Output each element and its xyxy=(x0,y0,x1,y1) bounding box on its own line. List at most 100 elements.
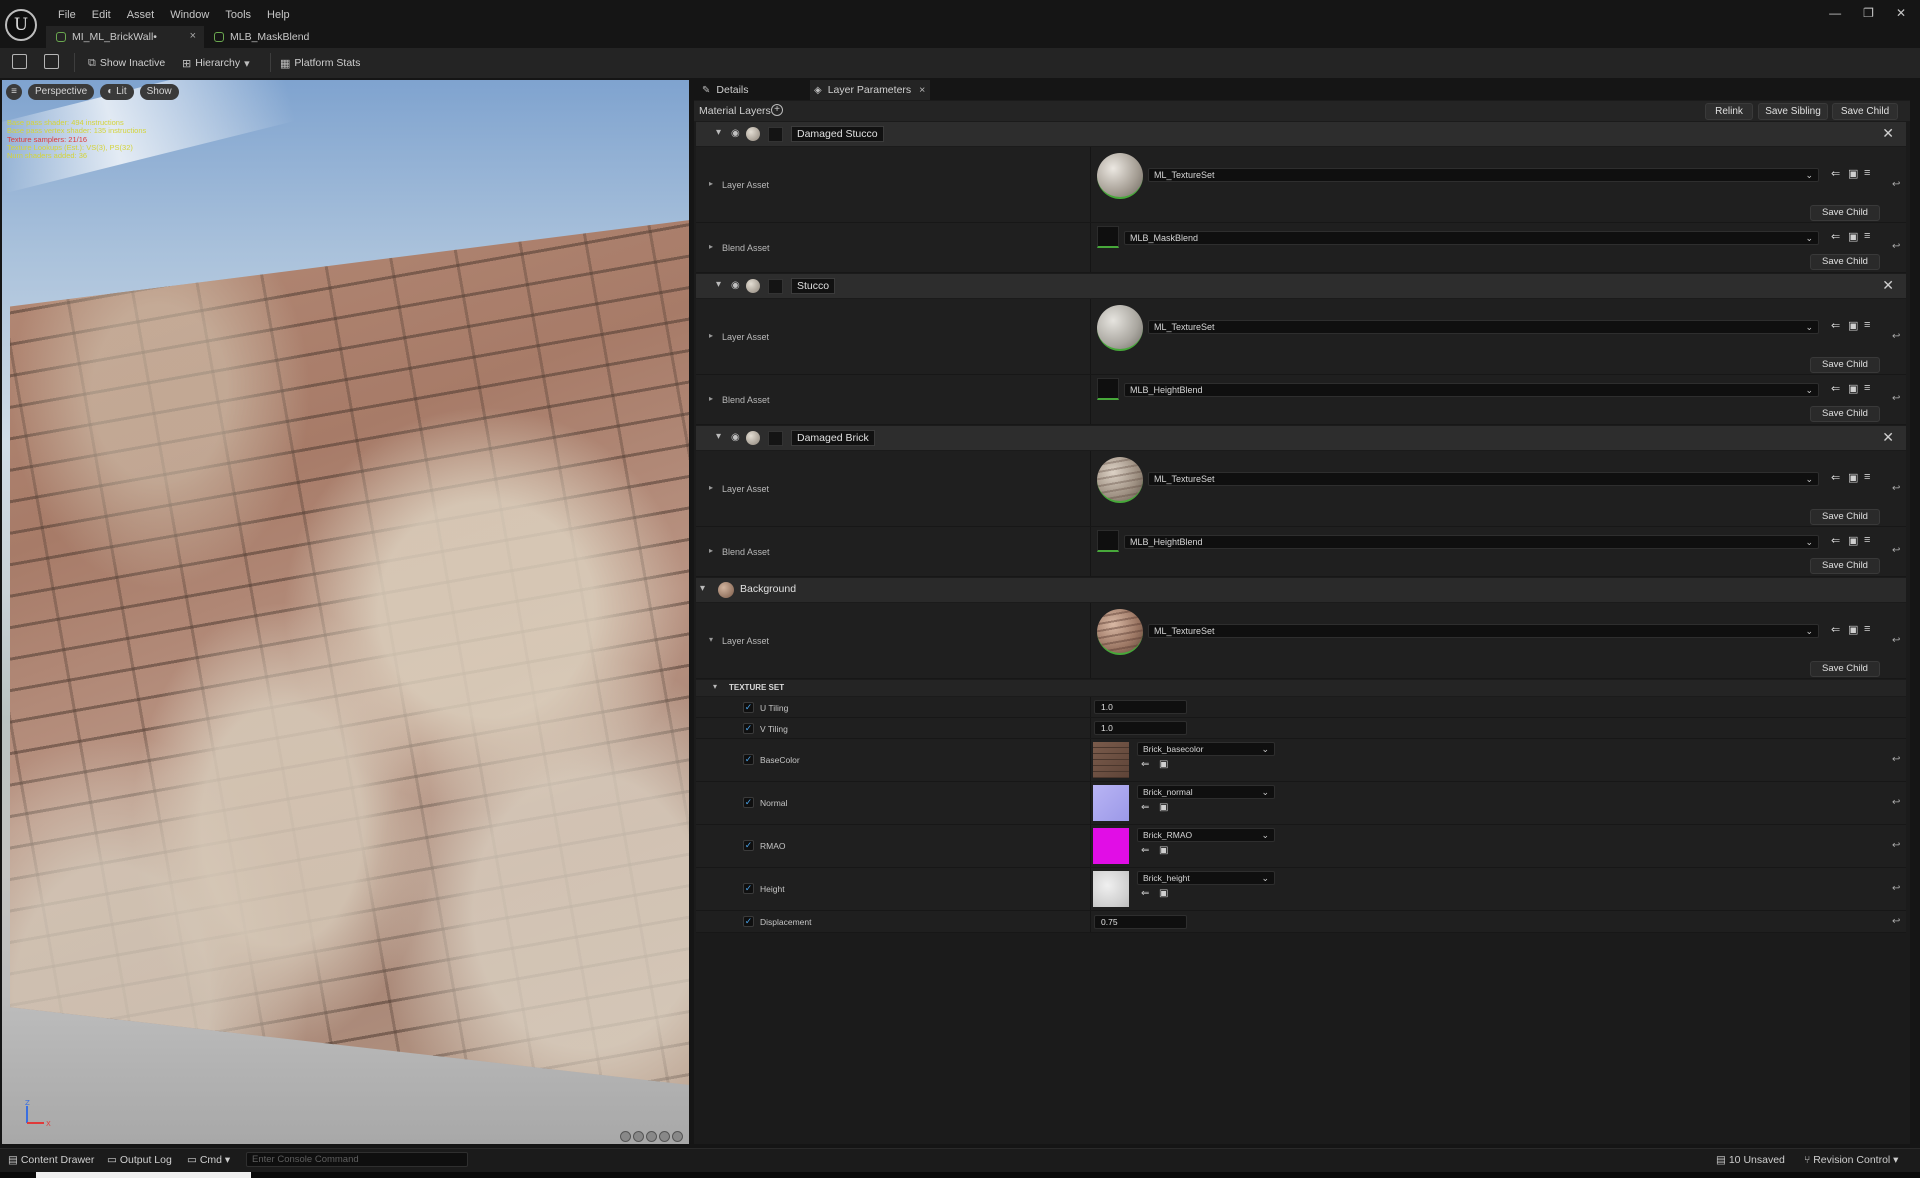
browse-icon[interactable]: ▣ xyxy=(1159,845,1168,856)
browse-icon[interactable] xyxy=(44,54,59,69)
layer-asset-combo[interactable]: ML_TextureSet ⌄ xyxy=(1148,472,1819,486)
use-selected-icon[interactable]: ⇐ xyxy=(1831,534,1840,547)
save-sibling-button[interactable]: Save Sibling xyxy=(1758,103,1828,120)
output-log-button[interactable]: ▭ Output Log xyxy=(107,1154,172,1166)
tab-details[interactable]: ✎ Details xyxy=(698,80,808,100)
filter-icon[interactable]: ≡ xyxy=(1864,623,1870,635)
layer-header[interactable]: ▾ ◉ Damaged Brick ✕ xyxy=(696,426,1906,450)
expand-arrow-icon[interactable]: ▸ xyxy=(709,483,713,492)
minimize-icon[interactable]: — xyxy=(1829,6,1841,20)
use-selected-icon[interactable]: ⇐ xyxy=(1141,888,1149,899)
expand-arrow-icon[interactable]: ▸ xyxy=(709,331,713,340)
save-child-button[interactable]: Save Child xyxy=(1832,103,1898,120)
platform-stats-button[interactable]: ▦ Platform Stats xyxy=(280,55,360,71)
restore-icon[interactable]: ❐ xyxy=(1863,6,1874,20)
use-selected-icon[interactable]: ⇐ xyxy=(1831,230,1840,243)
use-selected-icon[interactable]: ⇐ xyxy=(1141,802,1149,813)
reset-arrow-icon[interactable]: ↩ xyxy=(1892,797,1900,808)
use-selected-icon[interactable]: ⇐ xyxy=(1831,167,1840,180)
normal-checkbox[interactable]: ✓ xyxy=(743,797,754,808)
hierarchy-button[interactable]: ⊞ Hierarchy ▾ xyxy=(182,55,254,71)
reset-arrow-icon[interactable]: ↩ xyxy=(1892,840,1900,851)
menu-asset[interactable]: Asset xyxy=(119,8,163,22)
eye-visibility-icon[interactable]: ◉ xyxy=(731,280,740,291)
displacement-input[interactable]: 0.75 xyxy=(1094,915,1187,929)
doc-tab-material-instance[interactable]: MI_ML_BrickWall• × xyxy=(46,26,204,48)
browse-icon[interactable]: ▣ xyxy=(1848,534,1858,547)
height-texture-combo[interactable]: Brick_height ⌄ xyxy=(1137,871,1275,885)
v-tiling-input[interactable]: 1.0 xyxy=(1094,721,1187,735)
layer-header[interactable]: ▾ ◉ Damaged Stucco ✕ xyxy=(696,122,1906,146)
close-icon[interactable]: × xyxy=(919,84,925,96)
menu-edit[interactable]: Edit xyxy=(84,8,119,22)
reset-arrow-icon[interactable]: ↩ xyxy=(1892,545,1900,556)
layer-header[interactable]: ▾ ◉ Stucco ✕ xyxy=(696,274,1906,298)
perspective-button[interactable]: Perspective xyxy=(28,84,95,100)
close-window-icon[interactable]: ✕ xyxy=(1896,6,1906,20)
expand-arrow-icon[interactable]: ▸ xyxy=(709,546,713,555)
chevron-down-icon[interactable]: ▾ xyxy=(716,431,721,442)
filter-icon[interactable]: ≡ xyxy=(1864,382,1870,394)
show-button[interactable]: Show xyxy=(139,84,179,100)
blend-asset-combo[interactable]: MLB_HeightBlend ⌄ xyxy=(1124,535,1819,549)
chevron-down-icon[interactable]: ▾ xyxy=(716,127,721,138)
hamburger-menu-icon[interactable]: ≡ xyxy=(6,84,22,100)
reset-arrow-icon[interactable]: ↩ xyxy=(1892,635,1900,646)
menu-window[interactable]: Window xyxy=(162,8,217,22)
blend-asset-combo[interactable]: MLB_HeightBlend ⌄ xyxy=(1124,383,1819,397)
remove-layer-icon[interactable]: ✕ xyxy=(1882,429,1894,446)
filter-icon[interactable]: ≡ xyxy=(1864,471,1870,483)
menu-help[interactable]: Help xyxy=(259,8,298,22)
cube-icon[interactable] xyxy=(659,1131,670,1142)
save-child-button[interactable]: Save Child xyxy=(1810,558,1880,574)
background-layer-header[interactable]: ▾ Background xyxy=(696,578,1906,602)
displacement-checkbox[interactable]: ✓ xyxy=(743,916,754,927)
browse-icon[interactable]: ▣ xyxy=(1848,623,1858,636)
reset-arrow-icon[interactable]: ↩ xyxy=(1892,916,1900,927)
filter-icon[interactable]: ≡ xyxy=(1864,319,1870,331)
chevron-down-icon[interactable]: ▾ xyxy=(713,682,717,691)
browse-icon[interactable]: ▣ xyxy=(1159,888,1168,899)
show-inactive-button[interactable]: ⧉ Show Inactive xyxy=(88,55,165,71)
expand-arrow-icon[interactable]: ▸ xyxy=(709,242,713,251)
use-selected-icon[interactable]: ⇐ xyxy=(1831,382,1840,395)
texture-set-group-header[interactable]: ▾ TEXTURE SET xyxy=(696,680,1906,696)
reset-arrow-icon[interactable]: ↩ xyxy=(1892,754,1900,765)
reset-arrow-icon[interactable]: ↩ xyxy=(1892,883,1900,894)
expand-arrow-icon[interactable]: ▸ xyxy=(709,394,713,403)
reset-arrow-icon[interactable]: ↩ xyxy=(1892,483,1900,494)
layer-asset-combo[interactable]: ML_TextureSet ⌄ xyxy=(1148,320,1819,334)
console-input[interactable]: Enter Console Command xyxy=(246,1152,468,1167)
save-child-button[interactable]: Save Child xyxy=(1810,661,1880,677)
preview-viewport[interactable] xyxy=(2,80,689,1144)
save-icon[interactable] xyxy=(12,54,27,69)
unreal-logo[interactable]: U xyxy=(5,9,37,41)
save-child-button[interactable]: Save Child xyxy=(1810,205,1880,221)
doc-tab-mask-blend[interactable]: MLB_MaskBlend xyxy=(204,26,319,48)
menu-file[interactable]: File xyxy=(50,8,84,22)
save-child-button[interactable]: Save Child xyxy=(1810,509,1880,525)
layer-name-field[interactable]: Damaged Stucco xyxy=(791,126,884,142)
v-tiling-checkbox[interactable]: ✓ xyxy=(743,723,754,734)
reset-arrow-icon[interactable]: ↩ xyxy=(1892,393,1900,404)
eye-visibility-icon[interactable]: ◉ xyxy=(731,432,740,443)
remove-layer-icon[interactable]: ✕ xyxy=(1882,125,1894,142)
browse-icon[interactable]: ▣ xyxy=(1848,230,1858,243)
save-child-button[interactable]: Save Child xyxy=(1810,254,1880,270)
close-icon[interactable]: × xyxy=(190,30,196,42)
eye-visibility-icon[interactable]: ◉ xyxy=(731,128,740,139)
normal-texture-combo[interactable]: Brick_normal ⌄ xyxy=(1137,785,1275,799)
browse-icon[interactable]: ▣ xyxy=(1159,759,1168,770)
rmao-checkbox[interactable]: ✓ xyxy=(743,840,754,851)
browse-icon[interactable]: ▣ xyxy=(1848,471,1858,484)
use-selected-icon[interactable]: ⇐ xyxy=(1831,623,1840,636)
reset-arrow-icon[interactable]: ↩ xyxy=(1892,241,1900,252)
save-child-button[interactable]: Save Child xyxy=(1810,406,1880,422)
blend-asset-combo[interactable]: MLB_MaskBlend ⌄ xyxy=(1124,231,1819,245)
filter-icon[interactable]: ≡ xyxy=(1864,534,1870,546)
remove-layer-icon[interactable]: ✕ xyxy=(1882,277,1894,294)
plane-icon[interactable] xyxy=(646,1131,657,1142)
unsaved-button[interactable]: ▤ 10 Unsaved xyxy=(1716,1154,1785,1166)
browse-icon[interactable]: ▣ xyxy=(1848,167,1858,180)
u-tiling-checkbox[interactable]: ✓ xyxy=(743,702,754,713)
